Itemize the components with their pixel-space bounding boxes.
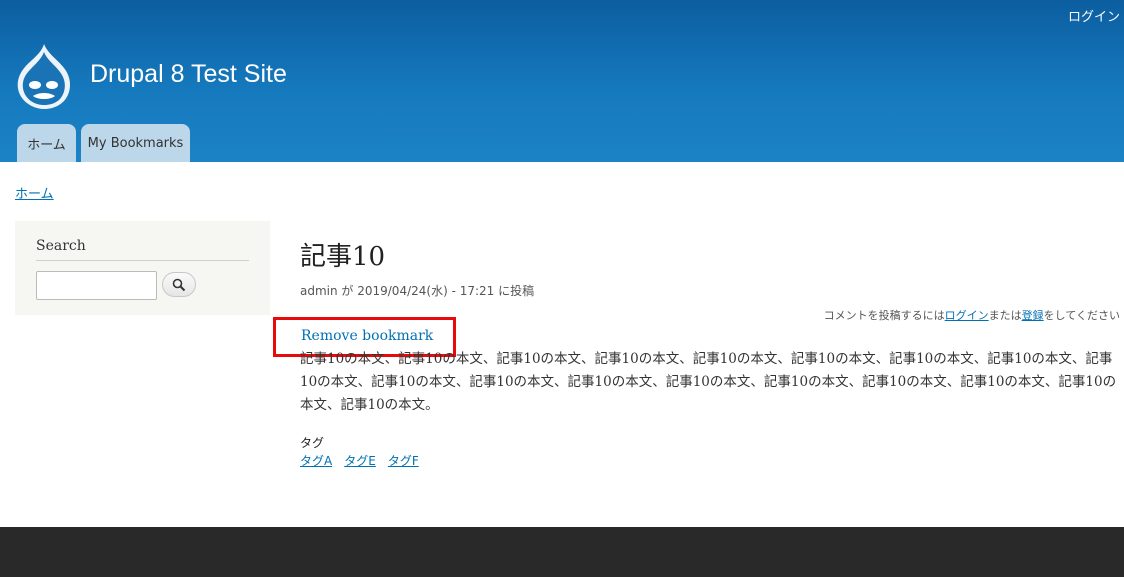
tab-my-bookmarks[interactable]: My Bookmarks [81, 124, 190, 162]
comment-note-prefix: コメントを投稿するには [823, 309, 945, 322]
search-icon [172, 278, 186, 291]
tab-home[interactable]: ホーム [17, 124, 76, 162]
comment-login-link[interactable]: ログイン [945, 309, 989, 322]
comment-login-note: コメントを投稿するにはログインまたは登録をしてください [824, 307, 1120, 323]
article-body: 記事10の本文、記事10の本文、記事10の本文、記事10の本文、記事10の本文、… [300, 351, 1117, 413]
login-link[interactable]: ログイン [1068, 6, 1120, 25]
site-name[interactable]: Drupal 8 Test Site [90, 60, 287, 89]
page-title: 記事10 [300, 242, 386, 272]
search-divider [36, 260, 249, 261]
tag-link[interactable]: タグF [388, 452, 419, 469]
tags-label: タグ [300, 436, 325, 450]
tag-list: タグA タグE タグF [300, 452, 431, 469]
drupal-logo-icon[interactable] [14, 42, 74, 110]
tag-link[interactable]: タグA [300, 452, 332, 469]
remove-bookmark-link[interactable]: Remove bookmark [301, 328, 433, 344]
tag-link[interactable]: タグE [344, 452, 376, 469]
sidebar-search-block: Search [15, 221, 270, 315]
search-block-title: Search [36, 238, 86, 254]
submitted-info: admin が 2019/04/24(水) - 17:21 に投稿 [300, 284, 535, 298]
breadcrumb-home-link[interactable]: ホーム [15, 183, 54, 202]
search-input[interactable] [36, 271, 157, 300]
comment-register-link[interactable]: 登録 [1022, 309, 1044, 322]
comment-note-suffix: をしてください [1043, 309, 1120, 322]
site-footer [0, 527, 1124, 577]
search-button[interactable] [162, 272, 196, 297]
site-header: ログイン Drupal 8 Test Site ホーム My Bookmarks [0, 0, 1124, 162]
comment-note-middle: または [988, 309, 1022, 322]
